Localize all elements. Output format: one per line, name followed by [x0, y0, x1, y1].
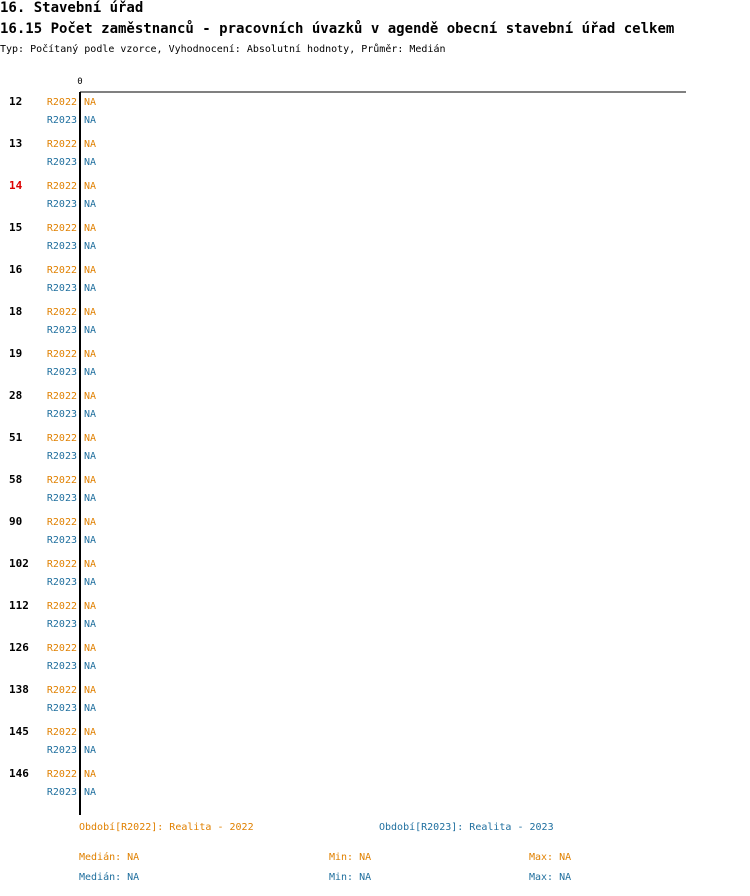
- category-label: 19: [9, 347, 22, 360]
- series-label: R2022: [47, 391, 77, 402]
- bar-chart: 0 12 R2022 NA R2023 NA 13 R2022 NA R2023 NA 14 R2022…: [9, 77, 686, 815]
- data-label: NA: [84, 409, 96, 420]
- data-label: NA: [84, 325, 96, 336]
- series-label: R2023: [47, 577, 77, 588]
- series-label: R2023: [47, 409, 77, 420]
- data-label: NA: [84, 745, 96, 756]
- data-label: NA: [84, 307, 96, 318]
- data-label: NA: [84, 577, 96, 588]
- series-label: R2022: [47, 139, 77, 150]
- data-label: NA: [84, 493, 96, 504]
- series-label: R2023: [47, 451, 77, 462]
- category-label: 90: [9, 515, 22, 528]
- category-label: 126: [9, 641, 29, 654]
- data-label: NA: [84, 367, 96, 378]
- series-label: R2023: [47, 661, 77, 672]
- category-label: 13: [9, 137, 22, 150]
- data-label: NA: [84, 601, 96, 612]
- series-label: R2022: [47, 349, 77, 360]
- category-label: 138: [9, 683, 29, 696]
- data-label: NA: [84, 433, 96, 444]
- data-label: NA: [84, 517, 96, 528]
- series-label: R2023: [47, 325, 77, 336]
- x-tick-label: 0: [77, 77, 82, 87]
- category-label: 51: [9, 431, 23, 444]
- series-label: R2022: [47, 769, 77, 780]
- series-label: R2023: [47, 787, 77, 798]
- series-label: R2022: [47, 307, 77, 318]
- data-label: NA: [84, 115, 96, 126]
- data-label: NA: [84, 265, 96, 276]
- data-label: NA: [84, 349, 96, 360]
- data-label: NA: [84, 685, 96, 696]
- legend-period-r2023: Období[R2023]: Realita - 2023: [379, 822, 554, 833]
- category-label: 112: [9, 599, 29, 612]
- data-label: NA: [84, 139, 96, 150]
- series-label: R2023: [47, 703, 77, 714]
- category-label: 145: [9, 725, 29, 738]
- series-label: R2023: [47, 619, 77, 630]
- data-label: NA: [84, 181, 96, 192]
- series-label: R2022: [47, 727, 77, 738]
- series-label: R2022: [47, 181, 77, 192]
- data-label: NA: [84, 619, 96, 630]
- series-label: R2022: [47, 601, 77, 612]
- data-label: NA: [84, 535, 96, 546]
- series-label: R2022: [47, 517, 77, 528]
- legend-period-r2022: Období[R2022]: Realita - 2022: [79, 822, 254, 833]
- data-label: NA: [84, 97, 96, 108]
- data-label: NA: [84, 787, 96, 798]
- data-label: NA: [84, 451, 96, 462]
- series-label: R2022: [47, 97, 77, 108]
- data-label: NA: [84, 661, 96, 672]
- data-label: NA: [84, 727, 96, 738]
- series-label: R2022: [47, 265, 77, 276]
- series-label: R2022: [47, 475, 77, 486]
- series-label: R2023: [47, 283, 77, 294]
- data-label: NA: [84, 769, 96, 780]
- data-label: NA: [84, 283, 96, 294]
- stat-max-r2023: Max: NA: [529, 872, 572, 883]
- stat-median-r2022: Medián: NA: [79, 852, 140, 863]
- stat-min-r2023: Min: NA: [329, 872, 372, 883]
- data-label: NA: [84, 157, 96, 168]
- category-label: 102: [9, 557, 29, 570]
- series-label: R2023: [47, 367, 77, 378]
- category-label: 14: [9, 179, 23, 192]
- series-label: R2022: [47, 433, 77, 444]
- series-label: R2022: [47, 643, 77, 654]
- series-label: R2023: [47, 493, 77, 504]
- data-label: NA: [84, 199, 96, 210]
- series-label: R2023: [47, 157, 77, 168]
- category-label: 18: [9, 305, 22, 318]
- series-label: R2023: [47, 115, 77, 126]
- category-label: 146: [9, 767, 29, 780]
- series-label: R2022: [47, 685, 77, 696]
- series-label: R2023: [47, 535, 77, 546]
- series-label: R2022: [47, 223, 77, 234]
- category-label: 16: [9, 263, 23, 276]
- data-label: NA: [84, 223, 96, 234]
- stat-min-r2022: Min: NA: [329, 852, 372, 863]
- category-label: 58: [9, 473, 22, 486]
- series-label: R2023: [47, 199, 77, 210]
- category-label: 12: [9, 95, 22, 108]
- stat-max-r2022: Max: NA: [529, 852, 572, 863]
- data-label: NA: [84, 391, 96, 402]
- stat-median-r2023: Medián: NA: [79, 872, 140, 883]
- data-label: NA: [84, 241, 96, 252]
- data-label: NA: [84, 643, 96, 654]
- category-label: 28: [9, 389, 22, 402]
- category-label: 15: [9, 221, 22, 234]
- data-label: NA: [84, 703, 96, 714]
- data-label: NA: [84, 559, 96, 570]
- data-label: NA: [84, 475, 96, 486]
- series-label: R2023: [47, 745, 77, 756]
- series-label: R2022: [47, 559, 77, 570]
- series-label: R2023: [47, 241, 77, 252]
